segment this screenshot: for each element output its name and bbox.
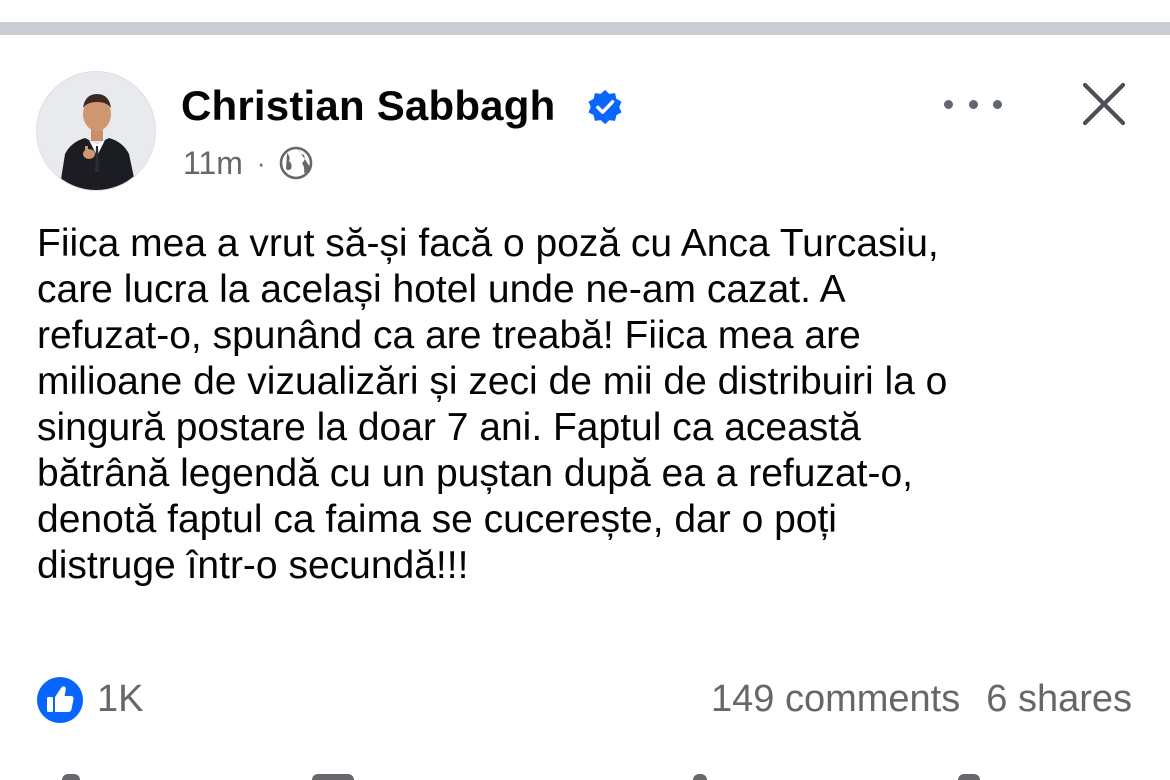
- more-icon: [944, 99, 953, 109]
- post-body-line: refuzat-o, spunând ca are treabă! Fiica …: [37, 314, 861, 357]
- reaction-count[interactable]: 1K: [97, 678, 143, 721]
- top-bar: [0, 0, 1170, 22]
- post-body-line: singură postare la doar 7 ani. Faptul ca…: [37, 406, 861, 449]
- globe-icon[interactable]: [278, 145, 314, 181]
- post-body-line: denotă faptul ca faima se cucerește, dar…: [37, 498, 837, 541]
- more-options-button[interactable]: [944, 87, 1002, 121]
- post-body-line: bătrână legendă cu un puștan după ea a r…: [37, 452, 913, 495]
- post-card: Christian Sabbagh 11m · Fiica mea a vrut…: [0, 35, 1170, 780]
- author-name[interactable]: Christian Sabbagh: [181, 82, 555, 130]
- meta-separator: ·: [256, 147, 266, 178]
- post-body-line: milioane de vizualizări și zeci de mii d…: [37, 360, 948, 403]
- action-bar-peek: [0, 770, 1170, 780]
- post-body-line: distruge într-o secundă!!!: [37, 544, 469, 587]
- verified-badge-icon: [588, 89, 622, 125]
- comments-count[interactable]: 149 comments: [711, 678, 960, 720]
- feed-divider: [0, 22, 1170, 35]
- post-body-line: Fiica mea a vrut să-și facă o poză cu An…: [37, 222, 939, 265]
- engagement-stats: 149 comments 6 shares: [711, 678, 1132, 721]
- post-stats-bar: 1K 149 comments 6 shares: [36, 670, 1132, 730]
- avatar[interactable]: [36, 71, 156, 191]
- post-meta: 11m ·: [183, 143, 314, 183]
- post-time[interactable]: 11m: [183, 145, 243, 182]
- close-icon[interactable]: [1079, 79, 1129, 129]
- post-body: Fiica mea a vrut să-și facă o poză cu An…: [37, 221, 1137, 589]
- shares-count[interactable]: 6 shares: [986, 678, 1132, 720]
- post-body-line: care lucra la același hotel unde ne-am c…: [37, 268, 846, 311]
- avatar-photo: [37, 72, 155, 190]
- like-icon[interactable]: [36, 676, 84, 724]
